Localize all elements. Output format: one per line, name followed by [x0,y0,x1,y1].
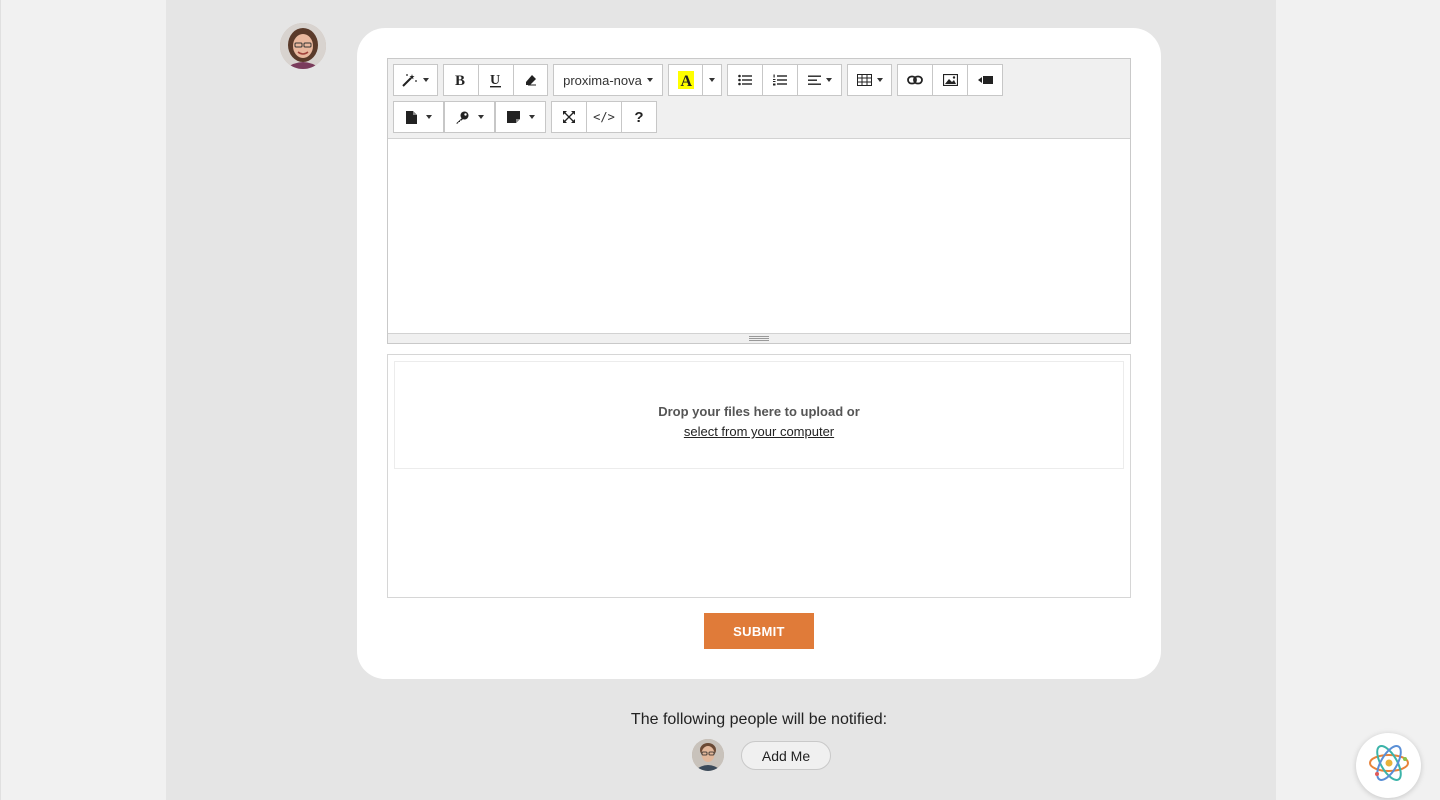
sticky-note-icon [506,111,520,123]
code-icon: </> [593,110,615,124]
video-icon [977,75,993,85]
highlight-a-icon: A [677,71,694,89]
bullet-list-icon [738,74,752,86]
key-icon [455,111,469,124]
link-icon [907,75,923,85]
underline-icon: U [490,73,502,88]
fullscreen-button[interactable] [551,101,587,133]
magic-wand-icon [402,73,418,87]
help-button[interactable]: ? [621,101,657,133]
caret-icon [876,78,883,82]
caret-icon [425,115,432,119]
eraser-icon [525,74,537,86]
video-button[interactable] [967,64,1003,96]
question-icon: ? [634,108,644,126]
table-dropdown[interactable] [847,64,892,96]
text-color-dropdown[interactable] [702,64,722,96]
editor-content-area[interactable] [388,139,1130,333]
caret-icon [423,78,429,82]
note-dropdown[interactable] [495,101,546,133]
right-gutter [1276,0,1440,800]
left-gutter [0,0,166,800]
caret-icon [825,78,832,82]
paragraph-align-dropdown[interactable] [797,64,842,96]
notified-people-heading: The following people will be notified: [630,711,888,728]
clear-formatting-button[interactable] [513,64,548,96]
select-from-computer-wrapper: select from your computer [395,424,1123,439]
editor-resize-handle[interactable] [388,333,1130,343]
image-icon [942,74,958,86]
drop-files-text: Drop your files here to upload or [658,404,860,419]
font-family-label: proxima-nova [563,72,642,88]
help-widget-button[interactable] [1356,733,1421,798]
file-upload-box: Drop your files here to upload or select… [387,354,1131,598]
key-dropdown[interactable] [444,101,495,133]
align-left-icon [807,75,821,86]
numbered-list-icon [773,74,787,86]
template-dropdown[interactable] [393,101,444,133]
text-color-button[interactable]: A [668,64,703,96]
svg-text:A: A [680,73,692,89]
caret-icon [709,78,715,82]
atom-icon [1367,741,1411,790]
select-from-computer-link[interactable]: select from your computer [684,424,834,439]
caret-icon [646,78,653,82]
editor-toolbar: B U proxima-nova A </> ? [388,59,1130,139]
add-me-button[interactable]: Add Me [741,741,831,770]
file-drop-zone[interactable]: Drop your files here to upload or select… [394,361,1124,469]
caret-icon [528,115,535,119]
link-button[interactable] [897,64,933,96]
rich-text-editor: B U proxima-nova A </> ? [387,58,1131,344]
submit-button[interactable]: SUBMIT [704,613,814,649]
ordered-list-button[interactable] [762,64,798,96]
bold-button[interactable]: B [443,64,479,96]
font-family-dropdown[interactable]: proxima-nova [553,64,663,96]
svg-text:B: B [455,73,465,87]
svg-text:U: U [490,73,500,88]
notified-person-avatar[interactable] [692,739,724,771]
file-icon [405,110,417,124]
image-button[interactable] [932,64,968,96]
magic-wand-style-dropdown[interactable] [393,64,438,96]
bold-icon: B [455,73,467,87]
table-icon [856,74,872,86]
code-view-button[interactable]: </> [586,101,622,133]
grip-icon [749,336,769,341]
expand-icon [563,111,575,123]
unordered-list-button[interactable] [727,64,763,96]
underline-button[interactable]: U [478,64,514,96]
user-avatar [280,23,326,69]
caret-icon [478,115,484,119]
